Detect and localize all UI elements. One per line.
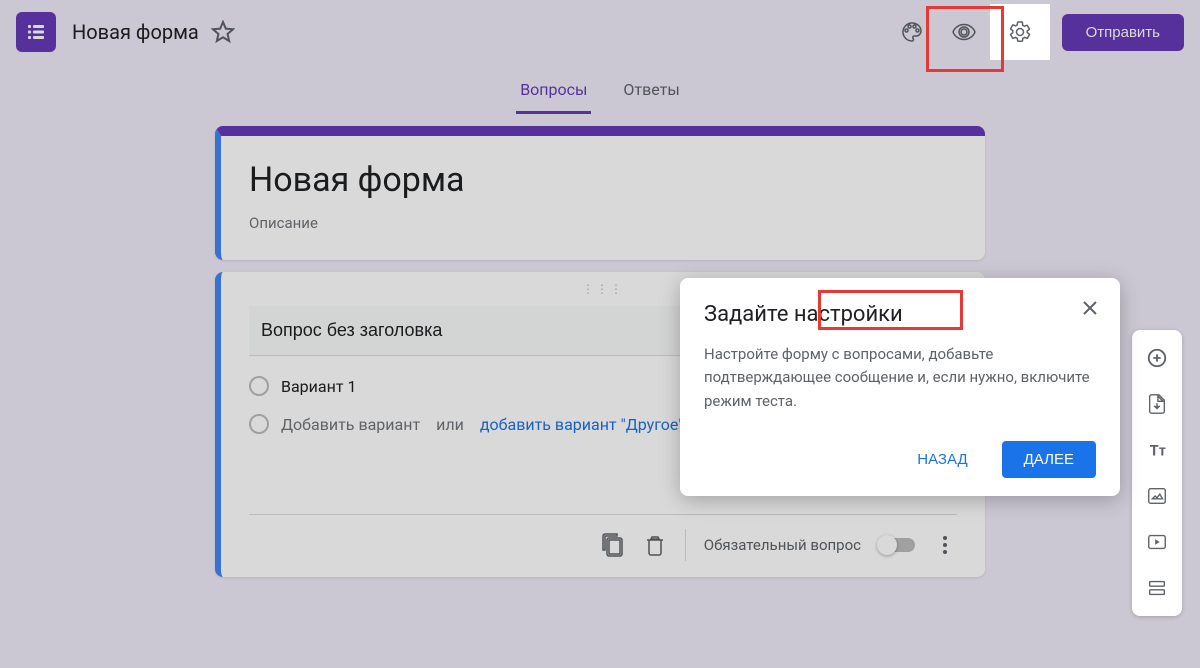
svg-text:Tᴛ: Tᴛ	[1150, 442, 1166, 460]
question-footer: Обязательный вопрос	[249, 514, 957, 561]
divider	[685, 529, 686, 561]
popup-title: Задайте настройки	[704, 302, 1096, 327]
add-image-button[interactable]	[1137, 476, 1177, 516]
required-toggle[interactable]	[879, 538, 915, 552]
delete-icon[interactable]	[643, 533, 667, 557]
popup-body: Настройте форму с вопросами, добавьте по…	[704, 343, 1096, 413]
more-icon[interactable]	[933, 533, 957, 557]
app-header: Новая форма Отправить	[0, 0, 1200, 64]
theme-icon[interactable]	[888, 8, 936, 56]
star-icon[interactable]	[211, 20, 235, 44]
settings-icon[interactable]	[996, 8, 1044, 56]
required-label: Обязательный вопрос	[704, 536, 861, 554]
tabs-bar: Вопросы Ответы	[0, 64, 1200, 114]
tab-questions[interactable]: Вопросы	[516, 72, 591, 114]
add-other-link[interactable]: добавить вариант "Другое"	[480, 415, 684, 434]
add-question-button[interactable]	[1137, 338, 1177, 378]
side-toolbar: Tᴛ	[1132, 330, 1182, 616]
form-description[interactable]: Описание	[249, 214, 957, 232]
add-section-button[interactable]	[1137, 568, 1177, 608]
add-title-button[interactable]: Tᴛ	[1137, 430, 1177, 470]
tab-answers[interactable]: Ответы	[619, 72, 683, 114]
option-text[interactable]: Вариант 1	[281, 377, 356, 396]
settings-highlighted-area	[990, 4, 1050, 60]
send-button[interactable]: Отправить	[1062, 14, 1184, 51]
back-button[interactable]: НАЗАД	[899, 441, 985, 478]
preview-icon[interactable]	[940, 8, 988, 56]
form-title[interactable]: Новая форма	[72, 20, 199, 44]
import-questions-button[interactable]	[1137, 384, 1177, 424]
duplicate-icon[interactable]	[601, 533, 625, 557]
close-icon[interactable]	[1078, 296, 1102, 320]
radio-icon	[249, 414, 269, 434]
next-button[interactable]: ДАЛЕЕ	[1002, 441, 1096, 478]
popup-actions: НАЗАД ДАЛЕЕ	[704, 441, 1096, 478]
radio-icon	[249, 376, 269, 396]
form-title-card[interactable]: Новая форма Описание	[215, 126, 985, 260]
forms-logo-icon	[24, 20, 48, 44]
forms-logo[interactable]	[16, 12, 56, 52]
or-text: или	[436, 415, 464, 434]
settings-popup: Задайте настройки Настройте форму с вопр…	[680, 278, 1120, 496]
form-title-text[interactable]: Новая форма	[249, 160, 957, 200]
add-video-button[interactable]	[1137, 522, 1177, 562]
add-option-link[interactable]: Добавить вариант	[281, 415, 420, 434]
